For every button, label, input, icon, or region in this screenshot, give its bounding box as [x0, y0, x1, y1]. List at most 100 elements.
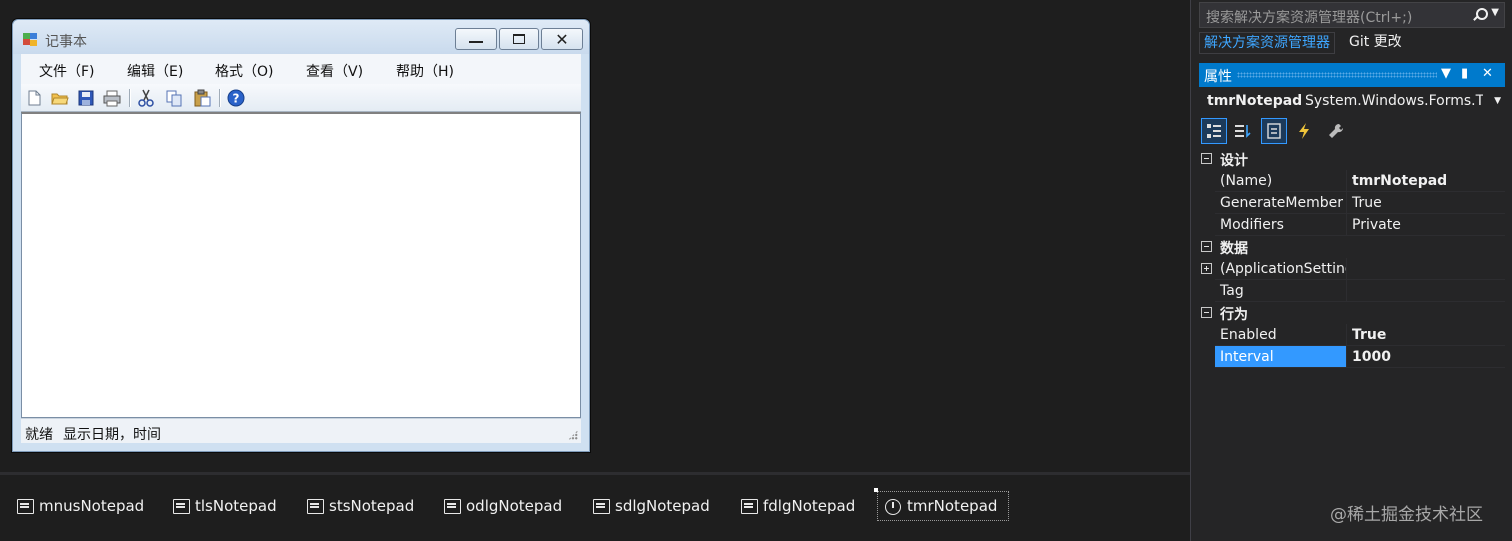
toolstrip-icon — [172, 498, 190, 514]
panel-grip — [1237, 72, 1437, 78]
tray-tool-strip[interactable]: tlsNotepad — [166, 491, 283, 521]
tab-git-changes[interactable]: Git 更改 — [1349, 32, 1402, 54]
property-row-applicationsettings[interactable]: (ApplicationSettings) — [1199, 258, 1505, 280]
property-value[interactable]: True — [1347, 324, 1505, 346]
form-title: 记事本 — [45, 34, 87, 50]
close-button[interactable]: ✕ — [541, 28, 583, 50]
tray-font-dialog[interactable]: fdlgNotepad — [734, 491, 861, 521]
property-name: (Name) — [1215, 170, 1347, 192]
copy-icon[interactable] — [165, 89, 183, 107]
status-datetime: 显示日期，时间 — [63, 427, 161, 443]
toolbar-separator — [219, 89, 220, 107]
property-grid: 设计 (Name) tmrNotepad GenerateMember True… — [1199, 148, 1505, 368]
property-value[interactable] — [1347, 280, 1505, 302]
property-row-name[interactable]: (Name) tmrNotepad — [1199, 170, 1505, 192]
property-name: (ApplicationSettings) — [1215, 258, 1347, 280]
form-title-bar[interactable]: 记事本 ✕ — [13, 20, 589, 54]
property-value[interactable]: True — [1347, 192, 1505, 214]
expand-icon[interactable] — [1201, 263, 1212, 274]
collapse-icon[interactable] — [1201, 307, 1212, 318]
tray-open-dialog[interactable]: odlgNotepad — [437, 491, 568, 521]
menu-format[interactable]: 格式（O) — [215, 61, 273, 81]
property-value[interactable] — [1347, 258, 1505, 280]
designer-surface[interactable]: 记事本 ✕ 文件（F) 编辑（E) 格式（O) 查看（V) 帮助（H) ? 就绪… — [0, 0, 1190, 472]
text-editor-area[interactable] — [21, 112, 581, 418]
property-row-enabled[interactable]: Enabled True — [1199, 324, 1505, 346]
property-value[interactable]: tmrNotepad — [1347, 170, 1505, 192]
menu-bar: 文件（F) 编辑（E) 格式（O) 查看（V) 帮助（H) — [21, 54, 581, 84]
menu-file[interactable]: 文件（F) — [39, 61, 95, 81]
chevron-down-icon[interactable]: ▼ — [1494, 96, 1501, 106]
close-icon[interactable]: ✕ — [1482, 66, 1493, 81]
tab-solution-explorer[interactable]: 解决方案资源管理器 — [1199, 32, 1335, 54]
watermark: @稀土掘金技术社区 — [1330, 505, 1483, 525]
tray-item-label: odlgNotepad — [466, 497, 563, 515]
category-label: 数据 — [1220, 241, 1248, 257]
component-tray: mnusNotepad tlsNotepad stsNotepad odlgNo… — [0, 475, 1190, 541]
category-label: 设计 — [1220, 153, 1248, 169]
category-data[interactable]: 数据 — [1199, 236, 1505, 258]
property-name: Modifiers — [1215, 214, 1347, 236]
tray-menu-strip[interactable]: mnusNotepad — [10, 491, 150, 521]
property-row-interval[interactable]: Interval 1000 — [1199, 346, 1505, 368]
tray-item-label: sdlgNotepad — [615, 497, 710, 515]
font-dialog-icon — [740, 498, 758, 514]
property-value[interactable]: 1000 — [1347, 346, 1505, 368]
menu-edit[interactable]: 编辑（E) — [127, 61, 183, 81]
events-lightning-icon[interactable] — [1291, 118, 1317, 144]
solution-search-input[interactable]: 搜索解决方案资源管理器(Ctrl+;) ▼ — [1199, 2, 1505, 28]
property-name: Interval — [1215, 346, 1347, 368]
right-panel: 搜索解决方案资源管理器(Ctrl+;) ▼ 解决方案资源管理器 Git 更改 属… — [1190, 0, 1512, 541]
category-label: 行为 — [1220, 307, 1248, 323]
property-name: Tag — [1215, 280, 1347, 302]
menu-view[interactable]: 查看（V) — [306, 61, 363, 81]
selection-handle — [874, 488, 878, 492]
resize-grip[interactable] — [568, 430, 578, 440]
search-placeholder: 搜索解决方案资源管理器(Ctrl+;) — [1206, 10, 1413, 26]
search-icon[interactable] — [1472, 8, 1488, 22]
menu-help[interactable]: 帮助（H) — [396, 61, 454, 81]
status-strip: 就绪 显示日期，时间 — [21, 418, 581, 443]
object-selector[interactable]: tmrNotepad System.Windows.Forms.T ▼ — [1199, 90, 1505, 114]
alphabetical-icon[interactable] — [1229, 118, 1255, 144]
save-dialog-icon — [592, 498, 610, 514]
chevron-down-icon[interactable]: ▼ — [1491, 7, 1499, 18]
close-icon: ✕ — [555, 29, 569, 49]
properties-icon[interactable] — [1261, 118, 1287, 144]
new-file-icon[interactable] — [25, 89, 43, 107]
minimize-icon — [469, 41, 483, 43]
minimize-button[interactable] — [455, 28, 497, 50]
tray-status-strip[interactable]: stsNotepad — [300, 491, 420, 521]
statusstrip-icon — [306, 498, 324, 514]
property-pages-wrench-icon[interactable] — [1323, 118, 1349, 144]
svg-text:?: ? — [233, 92, 240, 106]
cut-icon[interactable] — [137, 89, 155, 107]
status-ready: 就绪 — [25, 427, 53, 443]
collapse-icon[interactable] — [1201, 241, 1212, 252]
tray-save-dialog[interactable]: sdlgNotepad — [586, 491, 716, 521]
property-value[interactable]: Private — [1347, 214, 1505, 236]
tray-item-label: tlsNotepad — [195, 497, 277, 515]
tray-timer[interactable]: tmrNotepad — [877, 491, 1009, 521]
property-row-tag[interactable]: Tag — [1199, 280, 1505, 302]
categorized-icon[interactable] — [1201, 118, 1227, 144]
save-icon[interactable] — [77, 89, 95, 107]
paste-icon[interactable] — [193, 89, 211, 107]
maximize-icon — [513, 34, 525, 44]
menustrip-icon — [16, 498, 34, 514]
collapse-icon[interactable] — [1201, 153, 1212, 164]
open-folder-icon[interactable] — [51, 89, 69, 107]
help-icon[interactable]: ? — [227, 89, 245, 107]
category-behavior[interactable]: 行为 — [1199, 302, 1505, 324]
property-row-generatemember[interactable]: GenerateMember True — [1199, 192, 1505, 214]
pin-icon[interactable]: ▮ — [1461, 66, 1468, 81]
maximize-button[interactable] — [499, 28, 539, 50]
property-name: GenerateMember — [1215, 192, 1347, 214]
properties-header: 属性 ▼ ▮ ✕ — [1199, 63, 1505, 87]
category-design[interactable]: 设计 — [1199, 148, 1505, 170]
chevron-down-icon[interactable]: ▼ — [1441, 66, 1451, 81]
print-icon[interactable] — [103, 89, 121, 107]
properties-title: 属性 — [1204, 69, 1232, 85]
notepad-form[interactable]: 记事本 ✕ 文件（F) 编辑（E) 格式（O) 查看（V) 帮助（H) ? 就绪… — [12, 19, 590, 452]
property-row-modifiers[interactable]: Modifiers Private — [1199, 214, 1505, 236]
